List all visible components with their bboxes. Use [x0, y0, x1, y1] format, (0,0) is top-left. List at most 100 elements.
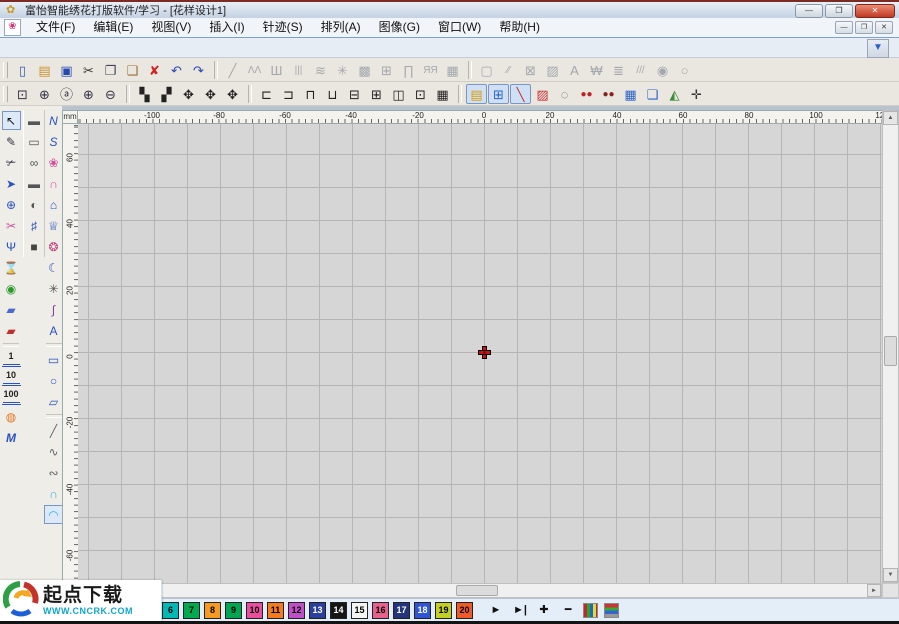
color-swatch-7[interactable]: 7 [183, 602, 200, 619]
stitch-list-toggle[interactable]: ▤ [466, 84, 487, 104]
run-stitch-icon[interactable]: ╱ [222, 60, 243, 80]
letter-tool[interactable]: A [44, 321, 63, 340]
color-swatch-17[interactable]: 17 [393, 602, 410, 619]
menu-insert[interactable]: 插入(I) [200, 18, 253, 37]
move-view-icon[interactable]: ✛ [686, 84, 707, 104]
select-tool[interactable]: ↖ [2, 111, 21, 130]
center-both-icon[interactable]: ⊡ [410, 84, 431, 104]
cross-stitch-icon[interactable]: ▦ [442, 60, 463, 80]
mdi-restore-button[interactable]: ❐ [855, 21, 873, 34]
menu-arrange[interactable]: 排列(A) [312, 18, 370, 37]
color-swatch-15[interactable]: 15 [351, 602, 368, 619]
scroll-up-button[interactable]: ▲ [883, 111, 898, 125]
menu-view[interactable]: 视图(V) [142, 18, 200, 37]
node-edit-tool[interactable]: ✎ [2, 132, 21, 151]
symmetry-tool[interactable]: Ψ [2, 237, 21, 256]
patch-red-tool[interactable]: ▰ [2, 321, 21, 340]
thread-bead-icon[interactable]: ●● [576, 84, 597, 104]
arc-tool[interactable]: ∩ [44, 484, 63, 503]
center-vertical-icon[interactable]: ⊞ [366, 84, 387, 104]
unit-mm-tool[interactable]: M [2, 428, 21, 447]
save-icon[interactable]: ▣ [56, 60, 77, 80]
align-top-icon[interactable]: ⊓ [300, 84, 321, 104]
grid-fill-icon[interactable]: ⊞ [376, 60, 397, 80]
palette-scroll-end[interactable]: ►| [511, 601, 529, 619]
flower-tool[interactable]: ❀ [44, 153, 63, 172]
patch-blue-tool[interactable]: ▰ [2, 300, 21, 319]
menu-image[interactable]: 图像(G) [370, 18, 429, 37]
line-tool[interactable]: ╱ [44, 421, 63, 440]
measure-tool[interactable]: ⌛ [2, 258, 21, 277]
minimize-button[interactable]: — [795, 4, 823, 18]
scroll-right-button[interactable]: ► [867, 584, 881, 597]
enter-stitch-tool[interactable]: ➤ [2, 174, 21, 193]
stitch-pick-tool[interactable]: ✃ [2, 153, 21, 172]
tatami-stitch-icon[interactable]: ||| [288, 60, 309, 80]
redo-icon[interactable]: ↷ [188, 60, 209, 80]
star-point-tool[interactable]: ✳ [44, 279, 63, 298]
palette-scroll-right[interactable]: ► [487, 601, 505, 619]
bridge-tool[interactable]: ◠ [44, 505, 63, 524]
window-view-icon[interactable]: ❏ [642, 84, 663, 104]
scale-100-tool[interactable]: 100 [2, 388, 21, 405]
run-shape-tool[interactable]: ▬ [25, 111, 44, 130]
dense-fill-icon[interactable]: ▩ [354, 60, 375, 80]
color-swatch-8[interactable]: 8 [204, 602, 221, 619]
mdi-close-button[interactable]: ✕ [875, 21, 893, 34]
satin-stitch-icon[interactable]: Ш [266, 60, 287, 80]
s-line-tool[interactable]: ∾ [44, 463, 63, 482]
color-swatch-20[interactable]: 20 [456, 602, 473, 619]
new-icon[interactable]: ▯ [12, 60, 33, 80]
horizontal-scrollbar[interactable]: ◄ ► [62, 583, 882, 598]
restore-button[interactable]: ❐ [825, 4, 853, 18]
scale-10-tool[interactable]: 10 [2, 369, 21, 386]
grid-toggle[interactable]: ⊞ [488, 84, 509, 104]
zoom-window-icon[interactable]: ⊡ [12, 84, 33, 104]
zigzag-stitch-icon[interactable]: ΛΛ [244, 60, 265, 80]
eyelet-icon[interactable]: ◉ [652, 60, 673, 80]
horizontal-scroll-thumb[interactable] [456, 585, 498, 596]
satin-shape-tool[interactable]: ▭ [25, 132, 44, 151]
draw-line-toggle[interactable]: ╲ [510, 84, 531, 104]
arch-pink-tool[interactable]: ∩ [44, 174, 63, 193]
menu-stitch[interactable]: 针迹(S) [254, 18, 312, 37]
menu-window[interactable]: 窗口(W) [429, 18, 490, 37]
ring-tool[interactable]: ☾ [44, 258, 63, 277]
copy-icon[interactable]: ❐ [100, 60, 121, 80]
fur-stitch-icon[interactable]: /// [630, 60, 651, 80]
color-swatch-19[interactable]: 19 [435, 602, 452, 619]
block-fill-tool[interactable]: ■ [25, 237, 44, 256]
color-swatch-10[interactable]: 10 [246, 602, 263, 619]
contour-lines-icon[interactable]: ≣ [608, 60, 629, 80]
circle-stitch-icon[interactable]: ○ [674, 60, 695, 80]
remove-color-button[interactable]: ━ [559, 601, 577, 619]
color-swatch-6[interactable]: 6 [162, 602, 179, 619]
center-horizontal-icon[interactable]: ⊟ [344, 84, 365, 104]
split-tool[interactable]: ✂ [2, 216, 21, 235]
image-view-icon[interactable]: ◭ [664, 84, 685, 104]
motif-stitch-icon[interactable]: ЯЯ [420, 60, 441, 80]
polygon-tool[interactable]: ▱ [44, 392, 63, 411]
align-left-icon[interactable]: ⊏ [256, 84, 277, 104]
outline-view-icon[interactable]: ◌ [554, 84, 575, 104]
watermark-url[interactable]: WWW.CNCRK.COM [43, 606, 133, 616]
radial-fill-icon[interactable]: ✳ [332, 60, 353, 80]
zoom-actual-icon[interactable]: ⓐ [56, 84, 77, 104]
applique-icon[interactable]: ▢ [476, 60, 497, 80]
delete-icon[interactable]: ✘ [144, 60, 165, 80]
scroll-down-button[interactable]: ▼ [883, 568, 898, 582]
zoom-out-icon[interactable]: ⊖ [100, 84, 121, 104]
color-swatch-18[interactable]: 18 [414, 602, 431, 619]
space-evenly-icon[interactable]: ▦ [432, 84, 453, 104]
density-tool[interactable]: ◍ [2, 407, 21, 426]
menu-file[interactable]: 文件(F) [27, 18, 84, 37]
crossed-fill-icon[interactable]: ▨ [542, 60, 563, 80]
dome-tool[interactable]: ⌂ [44, 195, 63, 214]
sphere-pink-tool[interactable]: ❂ [44, 237, 63, 256]
color-swatch-13[interactable]: 13 [309, 602, 326, 619]
s-curve-tool[interactable]: S [44, 132, 63, 151]
machine-tool[interactable]: ◉ [2, 279, 21, 298]
open-icon[interactable]: ▤ [34, 60, 55, 80]
color-list-icon[interactable] [604, 603, 619, 618]
capsule-tool[interactable]: ▬ [25, 174, 44, 193]
